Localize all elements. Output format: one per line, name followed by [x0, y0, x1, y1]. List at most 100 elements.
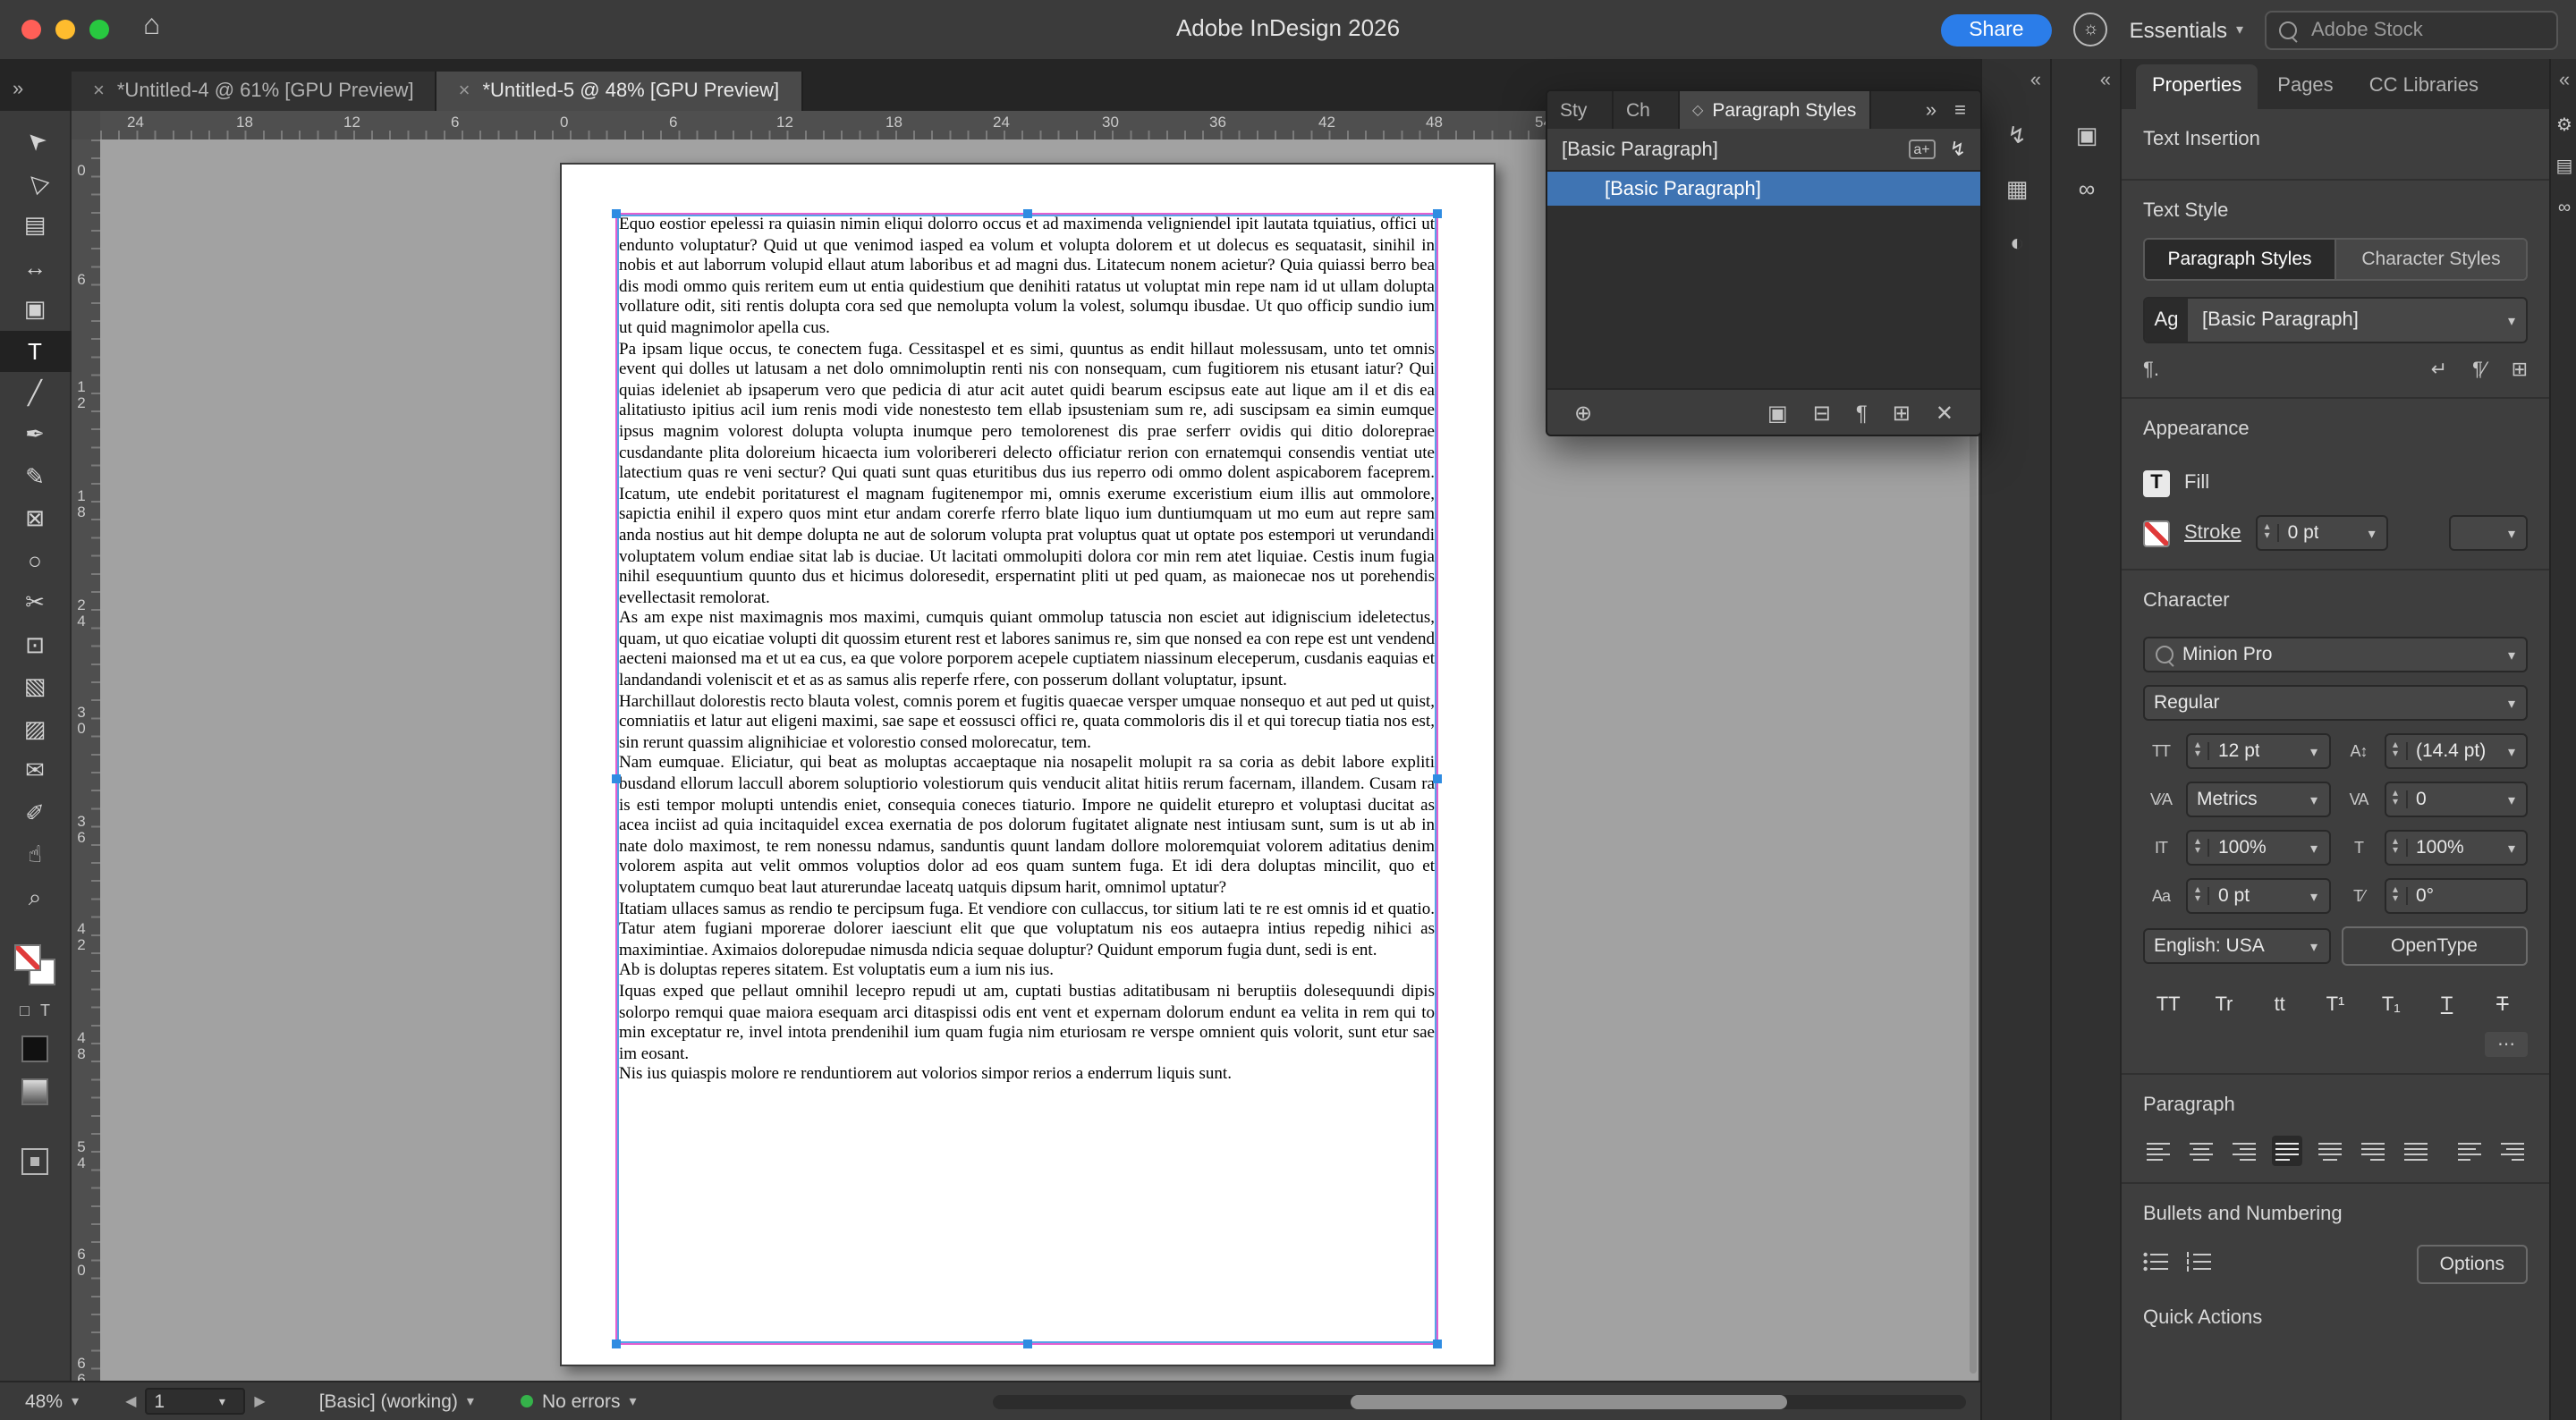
tracking-stepper[interactable]: ▴ ▾ 0 ▾ [2384, 782, 2528, 817]
frame-handle-top-left[interactable] [612, 209, 621, 218]
links-panel-icon[interactable]: ∞ [2558, 188, 2571, 229]
type-tool[interactable]: T [0, 330, 71, 372]
pencil-tool[interactable]: ✎ [0, 456, 71, 498]
ruler-origin-corner[interactable] [72, 111, 102, 141]
page-number-input[interactable]: 1 ▾ [145, 1388, 246, 1415]
lowercase-button[interactable]: tt [2255, 987, 2305, 1021]
tab-styles-clipped[interactable]: Sty [1547, 91, 1614, 129]
all-caps-button[interactable]: TT [2143, 987, 2193, 1021]
justify-last-center-button[interactable] [2315, 1136, 2345, 1166]
language-select[interactable]: English: USA ▾ [2143, 928, 2330, 964]
edit-style-icon[interactable]: ⊕ [1562, 400, 1605, 425]
apply-gradient-button[interactable] [21, 1078, 48, 1104]
font-size-stepper[interactable]: ▴ ▾ 12 pt ▾ [2186, 733, 2330, 769]
collapse-panels-icon[interactable]: « [2030, 59, 2052, 109]
fill-swatch-icon[interactable]: T [2143, 469, 2170, 496]
horizontal-scale-stepper[interactable]: ▴ ▾ 100% ▾ [2384, 830, 2528, 866]
skew-stepper[interactable]: ▴ ▾ 0° [2384, 878, 2528, 914]
content-collector-tool[interactable]: ▣ [0, 288, 71, 330]
workspace-switcher[interactable]: Essentials ▾ [2130, 17, 2243, 42]
tab-overflow-icon[interactable]: » [13, 79, 23, 100]
next-page-button[interactable]: ▶ [254, 1393, 265, 1409]
frame-handle-mid-right[interactable] [1433, 774, 1442, 783]
stock-search-input[interactable] [2308, 17, 2544, 42]
style-row-basic-paragraph[interactable]: [Basic Paragraph] [1547, 172, 1980, 206]
strikethrough-button[interactable]: T [2478, 987, 2528, 1021]
stroke-type-select[interactable]: ▾ [2449, 515, 2528, 551]
lightbulb-icon[interactable]: ☼ [2073, 13, 2108, 46]
tab-character-styles-clipped[interactable]: Ch [1614, 91, 1680, 129]
align-away-from-spine-button[interactable] [2497, 1136, 2528, 1166]
stepper-down-icon[interactable]: ▾ [2258, 531, 2277, 542]
panel-collapse-icon[interactable]: » [1926, 99, 1936, 121]
clear-overrides-icon[interactable]: ¶⁄ [2472, 359, 2487, 380]
fill-label[interactable]: Fill [2184, 472, 2209, 494]
note-tool[interactable]: ✉ [0, 750, 71, 792]
close-icon[interactable]: × [93, 80, 105, 102]
frame-handle-top-center[interactable] [1023, 209, 1032, 218]
align-left-button[interactable] [2143, 1136, 2174, 1166]
font-style-select[interactable]: Regular ▾ [2143, 685, 2528, 721]
formatting-affects-container-icon[interactable]: □ [20, 1001, 30, 1019]
justify-last-left-button[interactable] [2272, 1136, 2302, 1166]
tab-pages[interactable]: Pages [2261, 64, 2349, 109]
preflight-status[interactable]: No errors ▾ [520, 1390, 637, 1412]
baseline-shift-stepper[interactable]: ▴ ▾ 0 pt ▾ [2186, 878, 2330, 914]
kerning-select[interactable]: Metrics ▾ [2186, 782, 2330, 817]
formatting-affects-text-icon[interactable]: T [40, 1001, 50, 1019]
close-icon[interactable]: × [459, 80, 470, 102]
superscript-button[interactable]: T¹ [2310, 987, 2360, 1021]
horizontal-scrollbar-thumb[interactable] [1351, 1395, 1787, 1409]
tab-cc-libraries[interactable]: CC Libraries [2353, 64, 2495, 109]
fill-none-swatch[interactable] [13, 943, 40, 970]
text-frame[interactable]: Equo eostior epelessi ra quiasin nimin e… [615, 213, 1438, 1345]
rectangle-frame-tool[interactable]: ⊠ [0, 498, 71, 540]
quick-apply-panel-icon[interactable]: ↯ [2007, 109, 2027, 163]
frame-handle-bottom-left[interactable] [612, 1340, 621, 1348]
zoom-level-select[interactable]: 48% ▾ [25, 1390, 79, 1412]
layers-panel-icon[interactable]: ▣ [2076, 109, 2098, 163]
share-button[interactable]: Share [1940, 13, 2053, 46]
stroke-none-swatch-icon[interactable] [2143, 520, 2170, 546]
clear-overrides-icon[interactable]: ¶ [1843, 400, 1880, 425]
free-transform-tool[interactable]: ⊡ [0, 624, 71, 666]
redefine-style-icon[interactable]: ↵ [2431, 358, 2447, 381]
opentype-button[interactable]: OpenType [2341, 926, 2528, 966]
links-panel-icon[interactable]: ∞ [2079, 163, 2096, 215]
paragraph-styles-button[interactable]: Paragraph Styles [2145, 240, 2334, 279]
style-options-icon[interactable]: ¶. [2143, 359, 2159, 380]
justify-all-button[interactable] [2401, 1136, 2431, 1166]
font-family-select[interactable]: Minion Pro ▾ [2143, 637, 2528, 672]
new-style-icon[interactable]: ⊞ [2512, 358, 2528, 381]
zoom-tool[interactable]: ⌕ [0, 876, 71, 918]
tab-properties[interactable]: Properties [2136, 64, 2258, 109]
swatches-panel-icon[interactable]: ▦ [2006, 163, 2029, 216]
pen-tool[interactable]: ✒ [0, 414, 71, 456]
new-style-group-icon[interactable]: ⊟ [1801, 400, 1843, 425]
new-group-from-styles-icon[interactable]: ▣ [1755, 400, 1801, 425]
apply-color-button[interactable] [21, 1035, 48, 1061]
horizontal-scrollbar[interactable] [993, 1395, 1966, 1409]
tab-paragraph-styles[interactable]: ◇ Paragraph Styles [1680, 91, 1871, 129]
line-tool[interactable]: ╱ [0, 372, 71, 414]
document-tab-untitled4[interactable]: × *Untitled-4 @ 61% [GPU Preview] [72, 72, 437, 111]
eyedropper-tool[interactable]: ✐ [0, 792, 71, 834]
collapse-panels-icon[interactable]: « [2559, 59, 2570, 106]
frame-handle-bottom-right[interactable] [1433, 1340, 1442, 1348]
bullets-options-button[interactable]: Options [2416, 1245, 2528, 1284]
color-panel-icon[interactable]: ◐ [2010, 216, 2024, 268]
screen-mode-button[interactable] [21, 1147, 48, 1174]
delete-style-icon[interactable]: ✕ [1923, 400, 1966, 425]
paragraph-style-select[interactable]: Ag [Basic Paragraph] ▾ [2143, 297, 2528, 343]
ellipse-tool[interactable]: ○ [0, 540, 71, 582]
stroke-weight-stepper[interactable]: ▴ ▾ 0 pt ▾ [2255, 515, 2388, 551]
frame-handle-bottom-center[interactable] [1023, 1340, 1032, 1348]
align-toward-spine-button[interactable] [2454, 1136, 2485, 1166]
subscript-button[interactable]: T₁ [2366, 987, 2416, 1021]
align-center-button[interactable] [2186, 1136, 2216, 1166]
quick-apply-icon[interactable]: ↯ [1950, 138, 1966, 161]
scissors-tool[interactable]: ✂ [0, 582, 71, 624]
gap-tool[interactable]: ↔ [0, 246, 71, 288]
document-tab-untitled5[interactable]: × *Untitled-5 @ 48% [GPU Preview] [436, 72, 803, 111]
collapse-panels-icon[interactable]: « [2100, 59, 2122, 109]
